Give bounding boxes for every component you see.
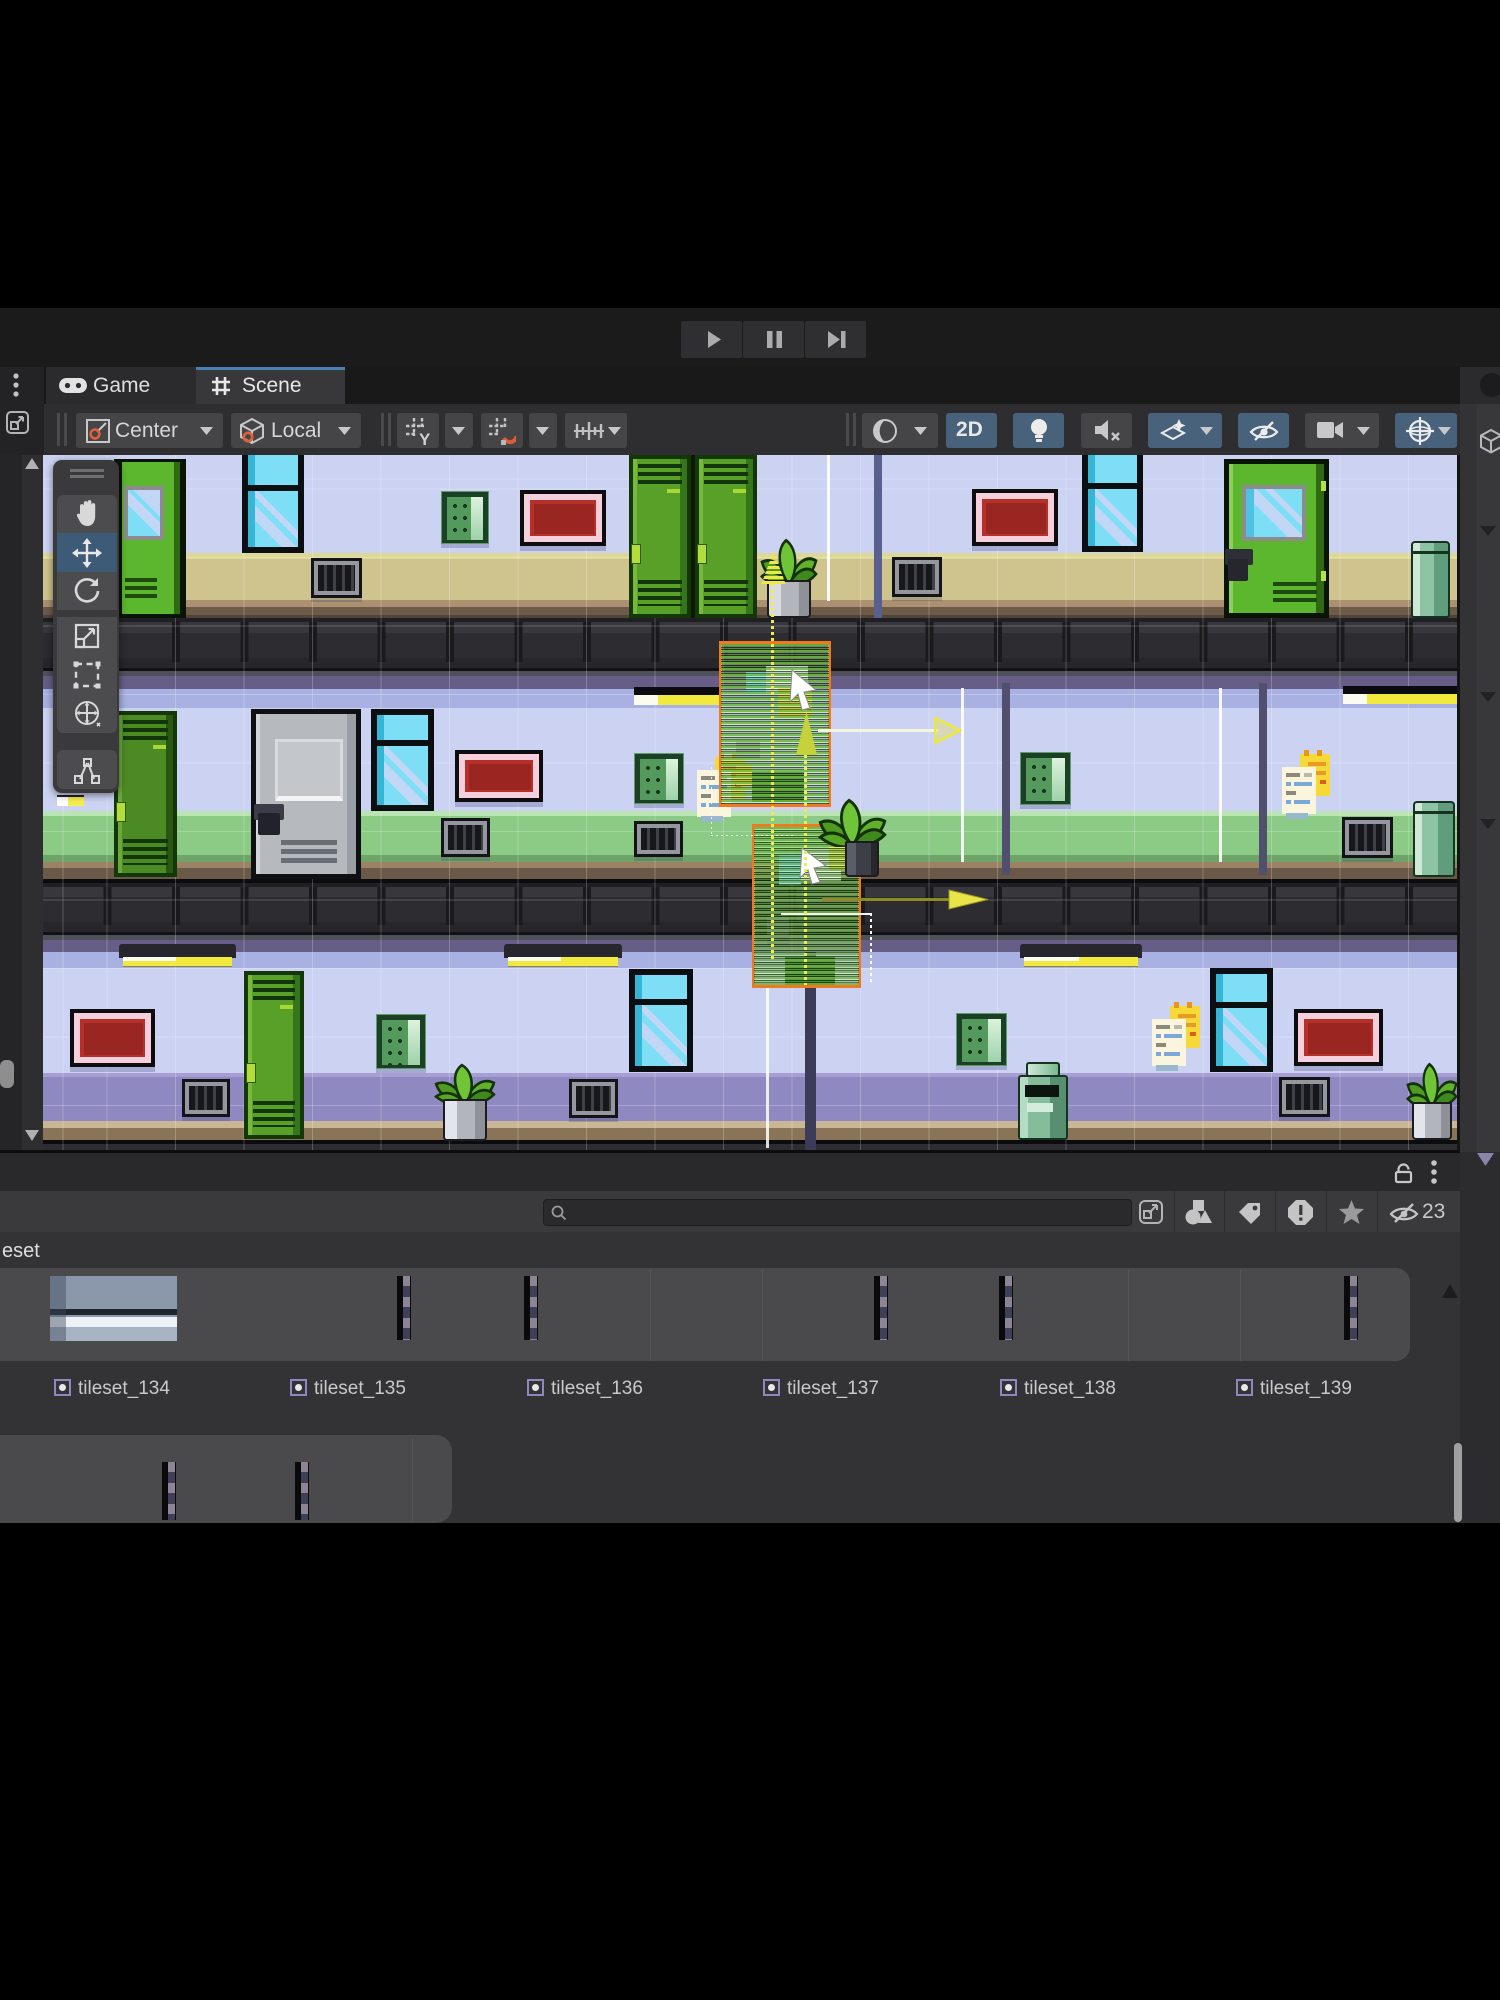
svg-text:Y: Y xyxy=(419,430,431,445)
